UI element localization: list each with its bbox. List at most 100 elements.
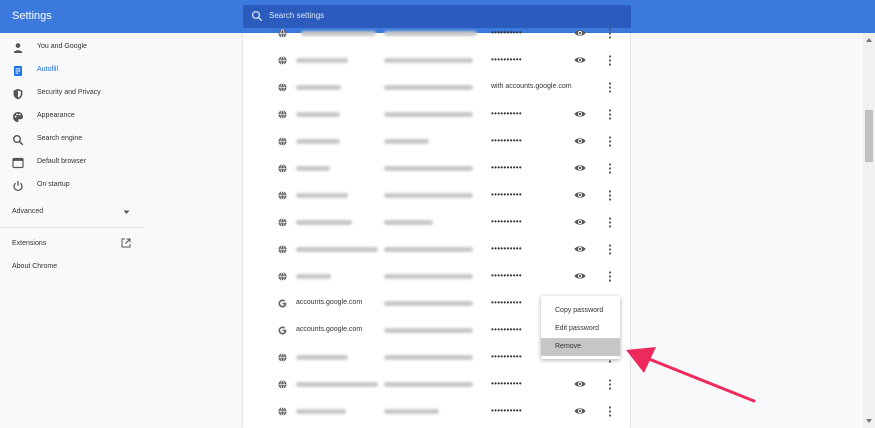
- globe-icon: [278, 407, 287, 416]
- blurred-username: [384, 247, 473, 252]
- blurred-site: [296, 409, 346, 414]
- sidebar-item-label: On startup: [37, 181, 70, 188]
- more-vert-icon[interactable]: [607, 27, 613, 40]
- eye-icon[interactable]: [574, 109, 586, 119]
- more-vert-icon[interactable]: [607, 162, 613, 175]
- password-row[interactable]: ••••••••••: [243, 47, 631, 74]
- sidebar-item-appearance[interactable]: Appearance: [0, 108, 145, 126]
- globe-icon: [278, 380, 287, 389]
- password-row[interactable]: ••••••••••: [243, 209, 631, 236]
- eye-icon[interactable]: [574, 190, 586, 200]
- sidebar-item-security-and-privacy[interactable]: Security and Privacy: [0, 85, 145, 103]
- password-row[interactable]: ••••••••••: [243, 20, 631, 47]
- password-mask: ••••••••••: [491, 55, 523, 64]
- federated-note: with accounts.google.com: [491, 83, 572, 90]
- scroll-up-arrow-icon[interactable]: [865, 36, 873, 44]
- blurred-site: [296, 274, 331, 279]
- password-mask: ••••••••••: [491, 28, 523, 37]
- password-row[interactable]: ••••••••••: [243, 263, 631, 290]
- globe-icon: [278, 191, 287, 200]
- more-vert-icon[interactable]: [607, 108, 613, 121]
- browser-window-icon: [12, 157, 24, 169]
- password-mask: ••••••••••: [491, 163, 523, 172]
- advanced-toggle[interactable]: Advanced: [12, 208, 43, 215]
- more-vert-icon[interactable]: [607, 216, 613, 229]
- password-row[interactable]: ••••••••••: [243, 236, 631, 263]
- password-row[interactable]: ••••••••••: [243, 155, 631, 182]
- password-mask: ••••••••••: [491, 325, 523, 334]
- eye-icon[interactable]: [574, 244, 586, 254]
- chevron-down-icon[interactable]: [123, 210, 130, 215]
- sidebar-item-search-engine[interactable]: Search engine: [0, 131, 145, 149]
- password-row[interactable]: with accounts.google.com: [243, 74, 631, 101]
- more-vert-icon[interactable]: [607, 405, 613, 418]
- password-row[interactable]: ••••••••••: [243, 371, 631, 398]
- more-vert-icon[interactable]: [607, 135, 613, 148]
- blurred-username: [384, 301, 473, 306]
- about-chrome-link[interactable]: About Chrome: [12, 263, 57, 270]
- more-vert-icon[interactable]: [607, 54, 613, 67]
- scrollbar[interactable]: [863, 33, 875, 428]
- site-name: accounts.google.com: [296, 326, 363, 333]
- sidebar-item-you-and-google[interactable]: You and Google: [0, 39, 145, 57]
- password-mask: ••••••••••: [491, 109, 523, 118]
- blurred-username: [384, 85, 473, 90]
- search-icon: [13, 135, 24, 146]
- sidebar-item-on-startup[interactable]: On startup: [0, 177, 145, 195]
- blurred-username: [384, 409, 439, 414]
- more-vert-icon[interactable]: [607, 189, 613, 202]
- globe-icon: [278, 56, 287, 65]
- site-name: accounts.google.com: [296, 299, 363, 306]
- blurred-site: [296, 166, 330, 171]
- blurred-username: [384, 220, 433, 225]
- eye-icon[interactable]: [574, 55, 586, 65]
- password-mask: ••••••••••: [491, 271, 523, 280]
- globe-icon: [278, 110, 287, 119]
- more-vert-icon[interactable]: [607, 378, 613, 391]
- scrollbar-thumb[interactable]: [865, 110, 873, 162]
- remove-menu-item[interactable]: Remove: [541, 338, 620, 356]
- person-icon: [13, 43, 23, 53]
- password-mask: ••••••••••: [491, 406, 523, 415]
- password-row[interactable]: ••••••••••: [243, 398, 631, 425]
- password-row[interactable]: ••••••••••: [243, 182, 631, 209]
- blurred-site: [296, 220, 352, 225]
- extensions-link[interactable]: Extensions: [12, 240, 46, 247]
- scroll-down-arrow-icon[interactable]: [865, 417, 873, 425]
- blurred-username: [384, 166, 473, 171]
- eye-icon[interactable]: [574, 28, 586, 38]
- eye-icon[interactable]: [574, 406, 586, 416]
- blurred-site: [296, 85, 341, 90]
- password-actions-menu: Copy password Edit password Remove: [541, 296, 620, 359]
- menu-item-label: Edit password: [555, 325, 599, 332]
- edit-password-menu-item[interactable]: Edit password: [541, 320, 620, 338]
- globe-icon: [278, 353, 287, 362]
- sidebar-item-label: Default browser: [37, 158, 87, 165]
- eye-icon[interactable]: [574, 379, 586, 389]
- more-vert-icon[interactable]: [607, 81, 613, 94]
- password-mask: ••••••••••: [491, 136, 523, 145]
- globe-icon: [278, 164, 287, 173]
- copy-password-menu-item[interactable]: Copy password: [541, 302, 620, 320]
- menu-item-label: Remove: [555, 343, 582, 350]
- menu-item-label: Copy password: [555, 307, 604, 314]
- password-row[interactable]: ••••••••••: [243, 101, 631, 128]
- globe-icon: [278, 272, 287, 281]
- password-row[interactable]: ••••••••••: [243, 128, 631, 155]
- blurred-username: [384, 328, 473, 333]
- blurred-site: [296, 355, 348, 360]
- sidebar-item-autofill[interactable]: Autofill: [0, 62, 145, 80]
- blurred-username: [384, 274, 473, 279]
- eye-icon[interactable]: [574, 163, 586, 173]
- more-vert-icon[interactable]: [607, 270, 613, 283]
- google-g-icon: [278, 326, 287, 335]
- sidebar-item-label: You and Google: [37, 43, 87, 50]
- more-vert-icon[interactable]: [607, 243, 613, 256]
- google-g-icon: [278, 299, 287, 308]
- eye-icon[interactable]: [574, 136, 586, 146]
- sidebar-item-default-browser[interactable]: Default browser: [0, 154, 145, 172]
- eye-icon[interactable]: [574, 271, 586, 281]
- blurred-username: [384, 58, 473, 63]
- open-in-new-icon[interactable]: [121, 238, 131, 248]
- eye-icon[interactable]: [574, 217, 586, 227]
